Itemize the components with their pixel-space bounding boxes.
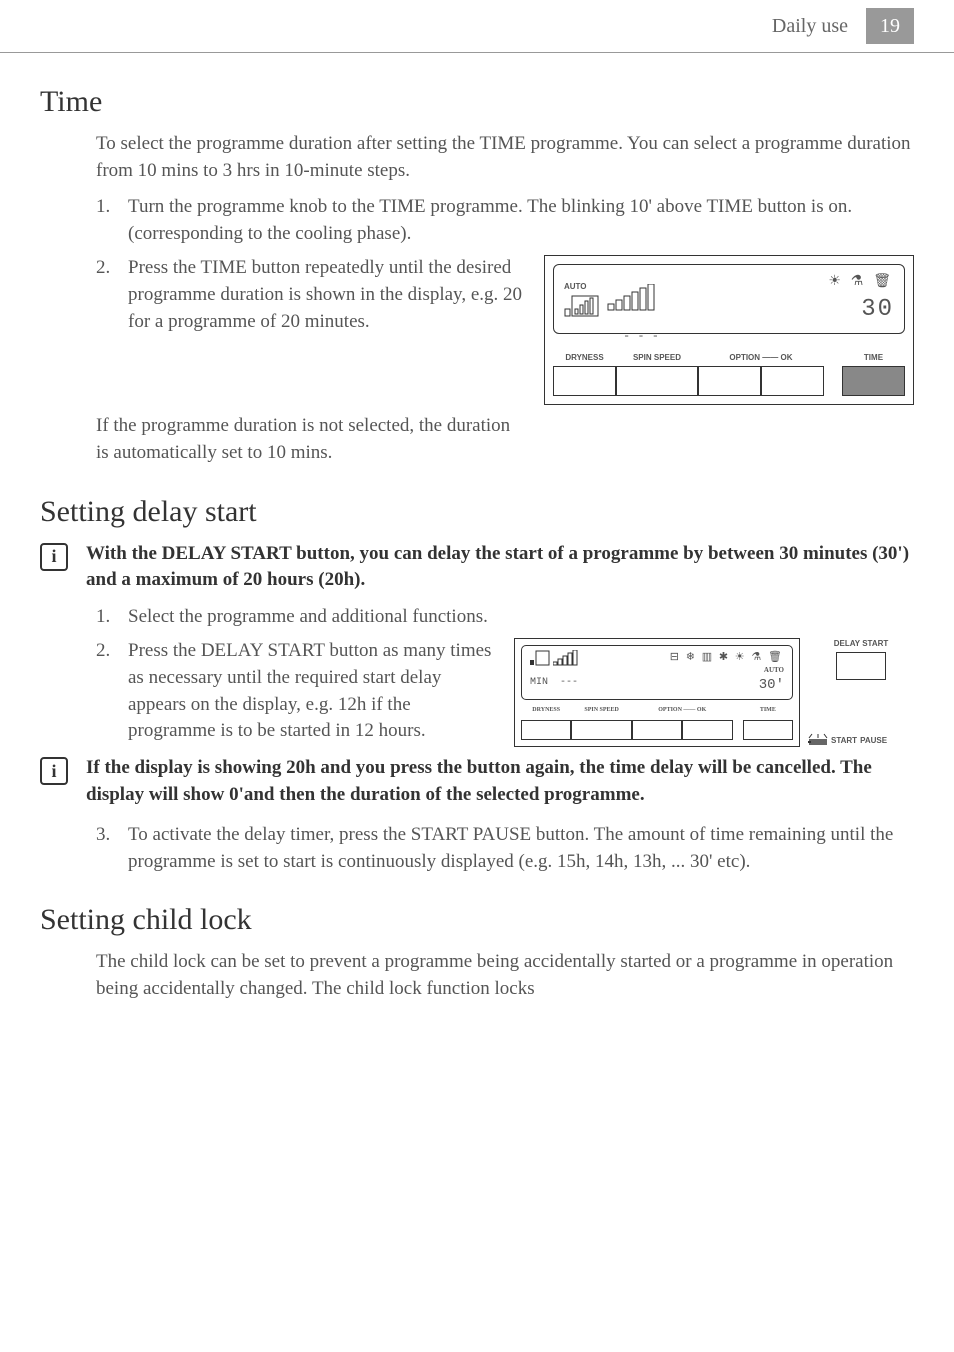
- dryness-level-icon: [564, 295, 600, 317]
- childlock-heading: Setting child lock: [40, 903, 914, 937]
- lcd-dashes: ---: [560, 677, 578, 688]
- start-indicator-icon: [808, 733, 828, 747]
- step-number: 3.: [96, 822, 128, 875]
- btn-time-label: TIME: [760, 706, 776, 718]
- btn-spin-label: SPIN SPEED: [633, 352, 681, 364]
- delay-info1: With the DELAY START button, you can del…: [86, 541, 914, 594]
- step-number: 1.: [96, 604, 128, 631]
- delay-start-button: [836, 652, 886, 680]
- dryness-level-icon: [530, 650, 550, 666]
- btn-spin-label: SPIN SPEED: [584, 706, 619, 718]
- time-step1: Turn the programme knob to the TIME prog…: [128, 194, 914, 247]
- step-number: 2.: [96, 638, 128, 744]
- time-note: If the programme duration is not selecte…: [96, 413, 516, 466]
- delay-step1: Select the programme and additional func…: [128, 604, 914, 631]
- time-heading: Time: [40, 85, 914, 119]
- signal-bars-icon: [606, 284, 662, 314]
- btn-option-label: OPTION —— OK: [658, 706, 706, 718]
- signal-bars-icon: [553, 650, 587, 666]
- pause-label: PAUSE: [860, 735, 887, 746]
- info-icon: i: [40, 543, 68, 571]
- btn-dryness-label: DRYNESS: [532, 706, 560, 718]
- step-number: 2.: [96, 255, 128, 335]
- delay-diagram: ⊟ ❄ ▥ ✱ ☀ ⚗ 🗑 AUTO MIN --- 30': [514, 638, 914, 747]
- time-intro: To select the programme duration after s…: [96, 131, 914, 184]
- btn-dryness-label: DRYNESS: [565, 352, 603, 364]
- delay-step2: Press the DELAY START button as many tim…: [128, 638, 494, 744]
- delay-start-label: DELAY START: [834, 638, 889, 649]
- lcd-status-icons: ☀ ⚗ 🗑: [828, 271, 894, 291]
- btn-option-label: OPTION —— OK: [729, 352, 792, 364]
- header-section-title: Daily use: [772, 15, 848, 38]
- lcd-auto-label: AUTO: [764, 666, 784, 676]
- lcd-dashes: - - -: [623, 328, 905, 345]
- delay-heading: Setting delay start: [40, 495, 914, 529]
- time-diagram: AUTO: [544, 255, 914, 405]
- lcd-min-label: MIN: [530, 677, 548, 688]
- page-number: 19: [866, 8, 914, 44]
- delay-info2: If the display is showing 20h and you pr…: [86, 755, 914, 808]
- step-number: 1.: [96, 194, 128, 247]
- lcd-value: 30: [861, 293, 894, 327]
- lcd-status-icons: ⊟ ❄ ▥ ✱ ☀ ⚗ 🗑: [670, 650, 784, 665]
- delay-step3: To activate the delay timer, press the S…: [128, 822, 914, 875]
- childlock-intro: The child lock can be set to prevent a p…: [96, 949, 914, 1002]
- btn-time-label: TIME: [864, 352, 883, 364]
- lcd-value: 30': [759, 676, 784, 696]
- time-step2: Press the TIME button repeatedly until t…: [128, 257, 522, 331]
- lcd-auto-label: AUTO: [564, 281, 587, 292]
- info-icon: i: [40, 757, 68, 785]
- start-label: START: [831, 735, 857, 746]
